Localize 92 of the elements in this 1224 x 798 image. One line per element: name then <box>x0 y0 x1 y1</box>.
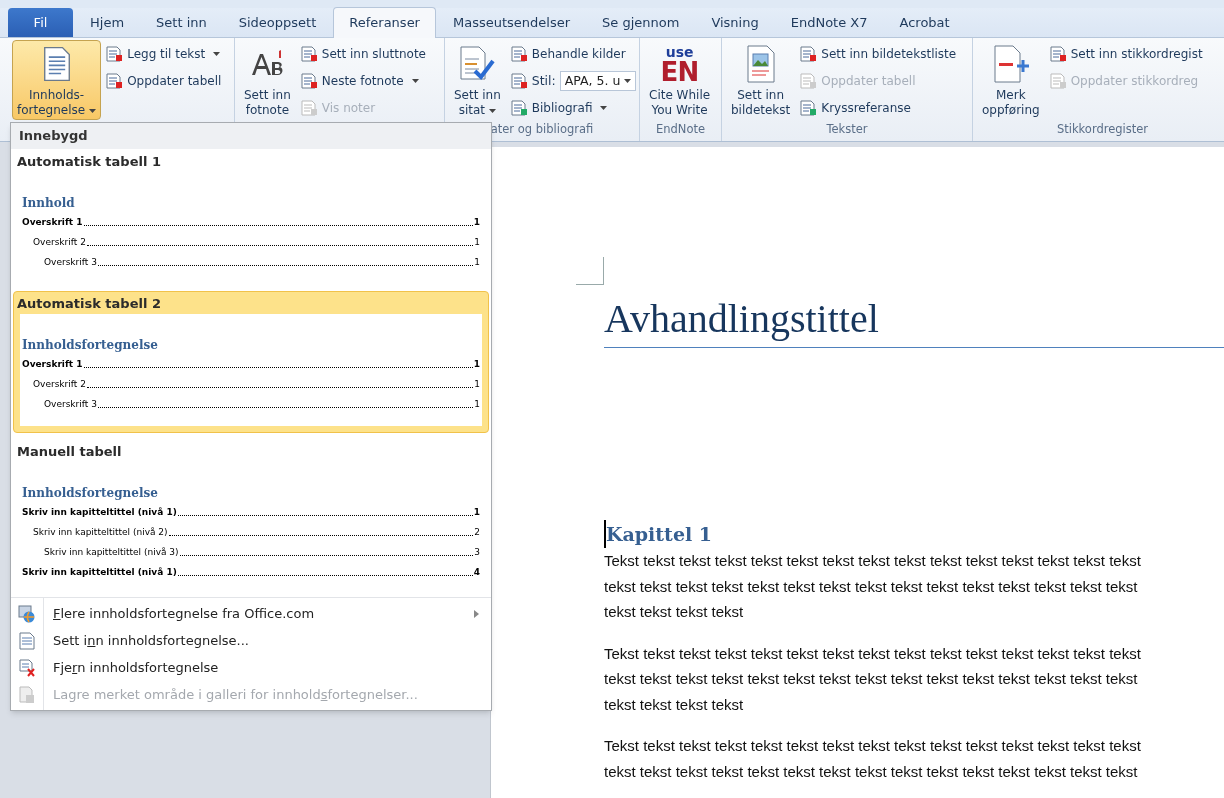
margin-corner-mark <box>576 257 604 285</box>
ribbon-tab[interactable]: Hjem <box>75 8 140 37</box>
gallery-item-title: Automatisk tabell 1 <box>16 153 162 171</box>
ribbon-tab[interactable]: Sett inn <box>141 8 222 37</box>
ribbon-tab[interactable]: Sideoppsett <box>223 8 332 37</box>
ribbon-tab[interactable]: Se gjennom <box>587 8 695 37</box>
style-combo-box[interactable]: APA, 5. u <box>559 71 637 91</box>
caret-icon <box>89 108 97 113</box>
large-ribbon-button[interactable]: Sett inn bildetekst <box>726 40 796 120</box>
large-ribbon-button[interactable]: Innholds- fortegnelse <box>12 40 102 120</box>
body-text-line: tekst tekst tekst tekst tekst tekst tekst tekst tekst tekst tekst tekst tekst tekst tekst <box>604 669 1138 689</box>
toc-heading: Innhold <box>22 195 76 212</box>
endnote-logo: use EN <box>660 45 699 85</box>
toc-entry: Overskrift 1 1 <box>22 358 480 371</box>
ribbon-command[interactable]: Sett inn sluttnote <box>299 43 426 65</box>
globe-document-icon <box>18 604 36 623</box>
gallery-item-title: Automatisk tabell 2 <box>16 295 162 313</box>
ribbon-command[interactable]: Bibliografi <box>509 97 637 119</box>
ribbon-tab[interactable]: Acrobat <box>884 8 965 37</box>
small-command-icon <box>1048 72 1067 90</box>
ribbon-command[interactable]: Legg til tekst <box>105 43 222 65</box>
toc-entry: Overskrift 2 1 <box>32 378 480 391</box>
ribbon-tab[interactable]: Visning <box>696 8 774 37</box>
menu-item[interactable]: Sett inn innholdsfortegnelse... <box>53 627 491 654</box>
gallery-item[interactable]: Automatisk tabell 1 Innhold Overskrift 1 1 Overskrift 2 1 Overskrift 3 1 <box>13 149 489 285</box>
toc-entry: Overskrift 3 1 <box>43 256 480 269</box>
document-title: Avhandlingstittel <box>604 297 880 341</box>
group-label: ater og bibliografi <box>490 122 594 137</box>
small-command-icon <box>799 99 818 117</box>
ribbon-command[interactable]: Sett inn bildetekstliste <box>799 43 957 65</box>
body-text-line: Tekst tekst tekst tekst tekst tekst tekst tekst tekst tekst tekst tekst tekst tekst tekst <box>604 551 1141 571</box>
chapter-heading: Kapittel 1 <box>604 520 713 548</box>
small-command-icon <box>105 72 124 90</box>
ribbon-command[interactable]: Sett inn stikkordregist <box>1048 43 1203 65</box>
small-command-icon <box>105 45 124 63</box>
menu-section-header: Innebygd <box>11 123 491 149</box>
small-command-icon <box>299 72 318 90</box>
body-text-line: Tekst tekst tekst tekst tekst tekst tekst tekst tekst tekst tekst tekst tekst tekst tekst <box>604 643 1141 664</box>
small-command-icon <box>299 99 318 117</box>
small-command-icon <box>799 72 818 90</box>
caret-icon <box>411 79 419 83</box>
group-label: Tekster <box>826 122 868 137</box>
small-command-icon <box>799 45 818 63</box>
toc-entry: Overskrift 3 1 <box>43 398 480 411</box>
save-document-icon <box>18 685 36 704</box>
caret-icon <box>489 108 497 113</box>
small-command-icon <box>299 45 318 63</box>
file-tab[interactable]: Fil <box>8 8 73 37</box>
toc-entry: Skriv inn kapitteltittel (nivå 1) 4 <box>22 566 480 579</box>
submenu-arrow-icon <box>474 609 479 618</box>
ribbon-command[interactable]: Neste fotnote <box>299 70 426 92</box>
ribbon-tab[interactable]: Masseutsendelser <box>437 8 586 37</box>
group-label: EndNote <box>655 122 706 137</box>
gallery-item[interactable]: Automatisk tabell 2 Innholdsfortegnelse Overskrift 1 1 Overskrift 2 1 Overskrift 3 1 <box>13 291 489 433</box>
toc-entry: Overskrift 1 1 <box>22 216 480 229</box>
menu-item[interactable]: Fjern innholdsfortegnelse <box>53 654 491 681</box>
menu-item[interactable]: Flere innholdsfortegnelse fra Office.com <box>53 600 491 627</box>
document-icon <box>19 631 35 650</box>
body-text-line: tekst tekst tekst tekst <box>604 602 744 622</box>
ribbon-command[interactable]: Behandle kilder <box>509 43 637 65</box>
caret-icon <box>213 52 221 56</box>
large-ribbon-button[interactable]: use EN Cite While You Write <box>644 40 716 120</box>
gallery-item-title: Manuell tabell <box>16 443 123 461</box>
toc-heading: Innholdsfortegnelse <box>22 485 159 502</box>
body-text-line: tekst tekst tekst tekst <box>604 694 744 715</box>
large-ribbon-button[interactable]: Merk oppføring <box>977 40 1045 120</box>
toc-entry: Skriv inn kapitteltittel (nivå 3) 3 <box>43 546 480 559</box>
small-command-icon <box>509 72 528 90</box>
caret-icon <box>600 106 608 110</box>
remove-document-icon <box>18 658 36 677</box>
ribbon-tab[interactable]: Referanser <box>333 7 436 38</box>
style-label: Stil: <box>531 71 556 90</box>
document-icon <box>41 45 72 83</box>
ribbon-command[interactable]: Kryssreferanse <box>799 97 957 119</box>
picture-document-icon <box>745 45 776 83</box>
small-command-icon <box>509 45 528 63</box>
large-ribbon-button[interactable]: Sett inn fotnote <box>239 40 296 120</box>
ribbon-tab[interactable]: EndNote X7 <box>775 8 883 37</box>
group-label: Stikkordregister <box>1056 122 1149 137</box>
toc-heading: Innholdsfortegnelse <box>22 337 159 354</box>
toc-entry: Overskrift 2 1 <box>32 236 480 249</box>
body-text-line: Tekst tekst tekst tekst tekst tekst tekst tekst tekst tekst tekst tekst tekst tekst tekst <box>604 736 1141 756</box>
body-text-line: tekst tekst tekst tekst tekst tekst tekst tekst tekst tekst tekst tekst tekst tekst tekst <box>604 576 1138 597</box>
ribbon-command[interactable]: Oppdater tabell <box>105 70 222 92</box>
gallery-item[interactable]: Manuell tabell Innholdsfortegnelse Skriv inn kapitteltittel (nivå 1) 1 Skriv inn kapitteltittel (nivå 2) 2 Skriv inn kapitteltittel (nivå 3) 3 Skriv inn kapitteltittel (nivå 1) 4 <box>13 439 489 595</box>
toc-entry: Skriv inn kapitteltittel (nivå 1) 1 <box>22 506 480 519</box>
small-command-icon <box>1048 45 1067 63</box>
large-ribbon-button[interactable]: Sett inn sitat <box>449 40 506 120</box>
small-command-icon <box>509 99 528 117</box>
body-text-line: tekst tekst tekst tekst tekst tekst tekst tekst tekst tekst tekst tekst tekst tekst tekst <box>604 761 1138 782</box>
caret-icon <box>624 79 632 83</box>
toc-entry: Skriv inn kapitteltittel (nivå 2) 2 <box>32 526 480 539</box>
